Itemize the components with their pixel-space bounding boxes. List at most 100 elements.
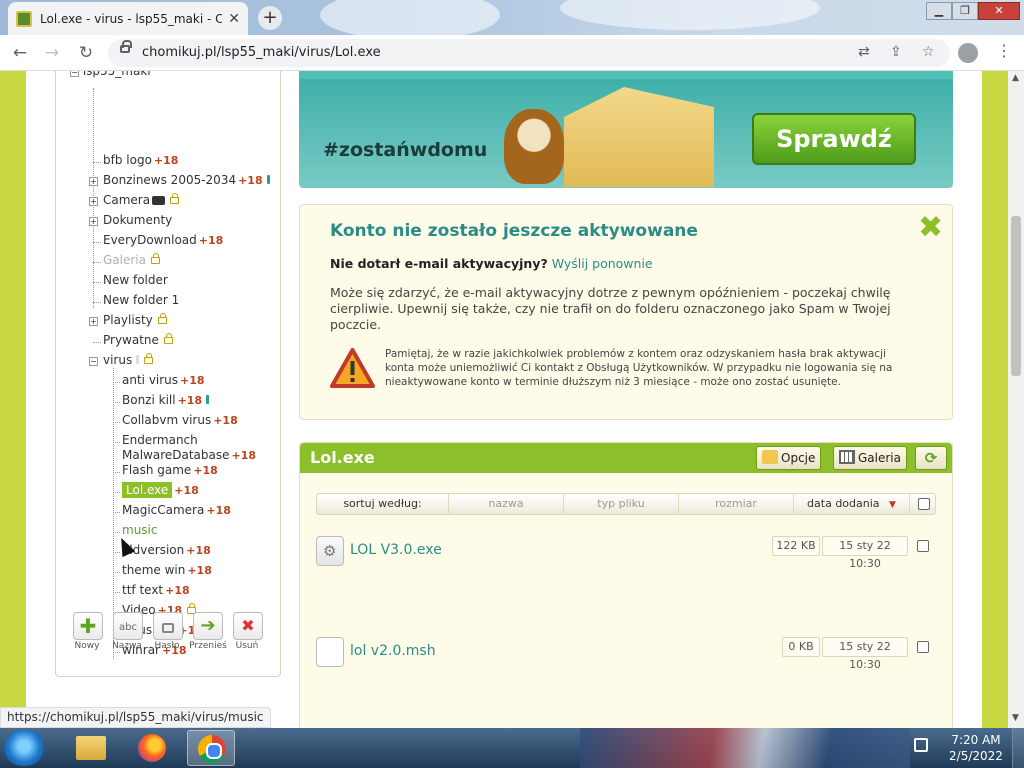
back-icon[interactable]: ← bbox=[8, 41, 32, 65]
expand-icon[interactable]: + bbox=[89, 197, 98, 206]
question-text: Nie dotarł e-mail aktywacyjny? bbox=[330, 256, 548, 271]
close-tab-icon[interactable]: ✕ bbox=[228, 11, 240, 27]
adult-badge: +18 bbox=[231, 449, 257, 462]
options-button[interactable]: Opcje bbox=[756, 446, 822, 470]
lock-icon bbox=[170, 193, 180, 204]
sort-by-name[interactable]: nazwa bbox=[449, 494, 564, 514]
lock-icon bbox=[162, 623, 174, 633]
address-bar[interactable]: chomikuj.pl/lsp55_maki/virus/Lol.exe ⇄ ⇪… bbox=[108, 39, 950, 67]
delete-icon: ✖ bbox=[241, 616, 255, 635]
delete-button[interactable]: ✖ bbox=[233, 612, 263, 640]
tree-item-anti-virus[interactable]: anti virus +18 bbox=[113, 373, 205, 391]
expand-icon[interactable]: + bbox=[89, 177, 98, 186]
forward-icon[interactable]: → bbox=[40, 41, 64, 65]
activation-title: Konto nie zostało jeszcze aktywowane bbox=[330, 221, 698, 241]
translate-icon[interactable]: ⇄ bbox=[858, 44, 870, 60]
lock-icon bbox=[144, 353, 154, 364]
tree-item-everydownload[interactable]: EveryDownload +18 bbox=[93, 233, 223, 251]
browser-menu-icon[interactable]: ⋮ bbox=[996, 41, 1012, 60]
promo-banner[interactable]: #zostańwdomu Sprawdź bbox=[299, 71, 953, 188]
tree-item-new-folder[interactable]: New folder bbox=[93, 273, 168, 291]
scrollbar-thumb[interactable] bbox=[1011, 216, 1021, 376]
tree-item-camera[interactable]: + Camera bbox=[89, 193, 180, 211]
tree-item-virus[interactable]: − virus bbox=[89, 353, 154, 371]
plus-icon: ✚ bbox=[79, 614, 97, 638]
tool-label: Usuń bbox=[235, 641, 259, 651]
scroll-down-icon[interactable]: ▼ bbox=[1012, 713, 1019, 723]
scroll-up-icon[interactable]: ▲ bbox=[1012, 73, 1019, 83]
move-button[interactable]: ➔ bbox=[193, 612, 223, 640]
lock-icon bbox=[151, 253, 160, 264]
file-checkbox[interactable] bbox=[917, 540, 929, 552]
arrow-right-icon: ➔ bbox=[200, 615, 216, 636]
chrome-taskbar-icon[interactable] bbox=[187, 730, 235, 766]
minimize-button[interactable]: ▁ bbox=[926, 2, 952, 20]
sky-decoration bbox=[320, 0, 500, 35]
tree-item-collabvm-virus[interactable]: Collabvm virus +18 bbox=[113, 413, 238, 431]
file-explorer-taskbar-icon[interactable] bbox=[68, 730, 116, 766]
reload-icon[interactable]: ↻ bbox=[74, 41, 98, 65]
file-date: 15 sty 22 10:30 bbox=[822, 637, 908, 671]
browser-tab[interactable]: Lol.exe - virus - lsp55_maki - Cho ✕ bbox=[8, 2, 248, 35]
sort-by-size[interactable]: rozmiar bbox=[679, 494, 794, 514]
banner-check-button[interactable]: Sprawdź bbox=[752, 113, 916, 165]
maximize-button[interactable]: ❐ bbox=[952, 2, 978, 20]
sky-decoration bbox=[560, 0, 820, 30]
tree-item-flash-game[interactable]: Flash game +18 bbox=[113, 463, 218, 481]
file-name-link[interactable]: LOL V3.0.exe bbox=[350, 542, 442, 558]
rename-button[interactable]: abc bbox=[113, 612, 143, 640]
close-window-button[interactable]: ✕ bbox=[978, 2, 1020, 20]
tree-item-ttf-text[interactable]: ttf text +18 bbox=[113, 583, 190, 601]
tree-item-bfb-logo[interactable]: bfb logo +18 bbox=[93, 153, 178, 171]
tree-item-galeria[interactable]: Galeria bbox=[93, 253, 160, 271]
adult-badge: +18 bbox=[165, 584, 190, 597]
file-size: 0 KB bbox=[782, 637, 820, 657]
firefox-taskbar-icon[interactable] bbox=[128, 730, 176, 766]
file-checkbox[interactable] bbox=[917, 641, 929, 653]
tree-item-bonzinews[interactable]: + Bonzinews 2005-2034 +18 bbox=[89, 173, 270, 191]
adult-badge: +18 bbox=[213, 414, 238, 427]
expand-icon[interactable]: + bbox=[89, 317, 98, 326]
page-scrollbar[interactable]: ▲ ▼ bbox=[1008, 71, 1024, 728]
share-icon[interactable]: ⇪ bbox=[890, 44, 902, 60]
file-name-link[interactable]: lol v2.0.msh bbox=[350, 643, 436, 659]
collapse-icon[interactable]: − bbox=[70, 71, 79, 77]
tree-item-lol-exe[interactable]: Lol.exe +18 bbox=[113, 482, 199, 501]
show-desktop-button[interactable] bbox=[1012, 728, 1024, 768]
sort-by-date[interactable]: data dodania ▼ bbox=[794, 494, 910, 514]
refresh-button[interactable]: ⟳ bbox=[915, 446, 947, 470]
activation-warning-text: Pamiętaj, że w razie jakichkolwiek probl… bbox=[385, 348, 893, 388]
system-clock[interactable]: 7:20 AM 2/5/2022 bbox=[946, 732, 1006, 764]
password-button[interactable] bbox=[153, 612, 183, 640]
tree-item-new-folder-1[interactable]: New folder 1 bbox=[93, 293, 179, 311]
sort-by-type[interactable]: typ pliku bbox=[564, 494, 679, 514]
new-folder-button[interactable]: ✚ bbox=[73, 612, 103, 640]
tree-item-theme-win[interactable]: theme win +18 bbox=[113, 563, 212, 581]
resend-link[interactable]: Wyślij ponownie bbox=[552, 256, 653, 271]
tree-item-prywatne[interactable]: Prywatne bbox=[93, 333, 173, 351]
exclamation-icon bbox=[206, 395, 210, 404]
gallery-button[interactable]: Galeria bbox=[833, 446, 907, 470]
bookmark-star-icon[interactable]: ☆ bbox=[922, 44, 935, 60]
sort-desc-icon: ▼ bbox=[889, 500, 896, 510]
network-tray-icon[interactable] bbox=[914, 738, 928, 752]
activation-question: Nie dotarł e-mail aktywacyjny? Wyślij po… bbox=[330, 256, 653, 271]
new-tab-button[interactable]: + bbox=[258, 6, 282, 30]
tree-item-bonzi-kill[interactable]: Bonzi kill +18 bbox=[113, 393, 210, 411]
browser-tab-strip: Lol.exe - virus - lsp55_maki - Cho ✕ + ▁… bbox=[0, 0, 1024, 35]
close-notice-icon[interactable]: ✖ bbox=[918, 213, 943, 243]
expand-icon[interactable]: + bbox=[89, 217, 98, 226]
select-all-checkbox[interactable] bbox=[918, 498, 930, 510]
lock-icon[interactable] bbox=[120, 40, 132, 53]
tree-root[interactable]: − lsp55_maki bbox=[70, 71, 151, 82]
folder-header: Lol.exe Opcje Galeria ⟳ bbox=[300, 443, 952, 473]
tree-item-magiccamera[interactable]: MagicCamera +18 bbox=[113, 503, 231, 521]
start-button-icon[interactable] bbox=[4, 730, 44, 766]
profile-avatar-icon[interactable] bbox=[958, 43, 978, 63]
collapse-icon[interactable]: − bbox=[89, 357, 98, 366]
tree-item-playlisty[interactable]: + Playlisty bbox=[89, 313, 167, 331]
taskbar: 7:20 AM 2/5/2022 bbox=[0, 728, 1024, 768]
tree-item-dokumenty[interactable]: + Dokumenty bbox=[89, 213, 172, 231]
adult-badge: +18 bbox=[187, 564, 212, 577]
exclamation-icon bbox=[266, 175, 270, 184]
